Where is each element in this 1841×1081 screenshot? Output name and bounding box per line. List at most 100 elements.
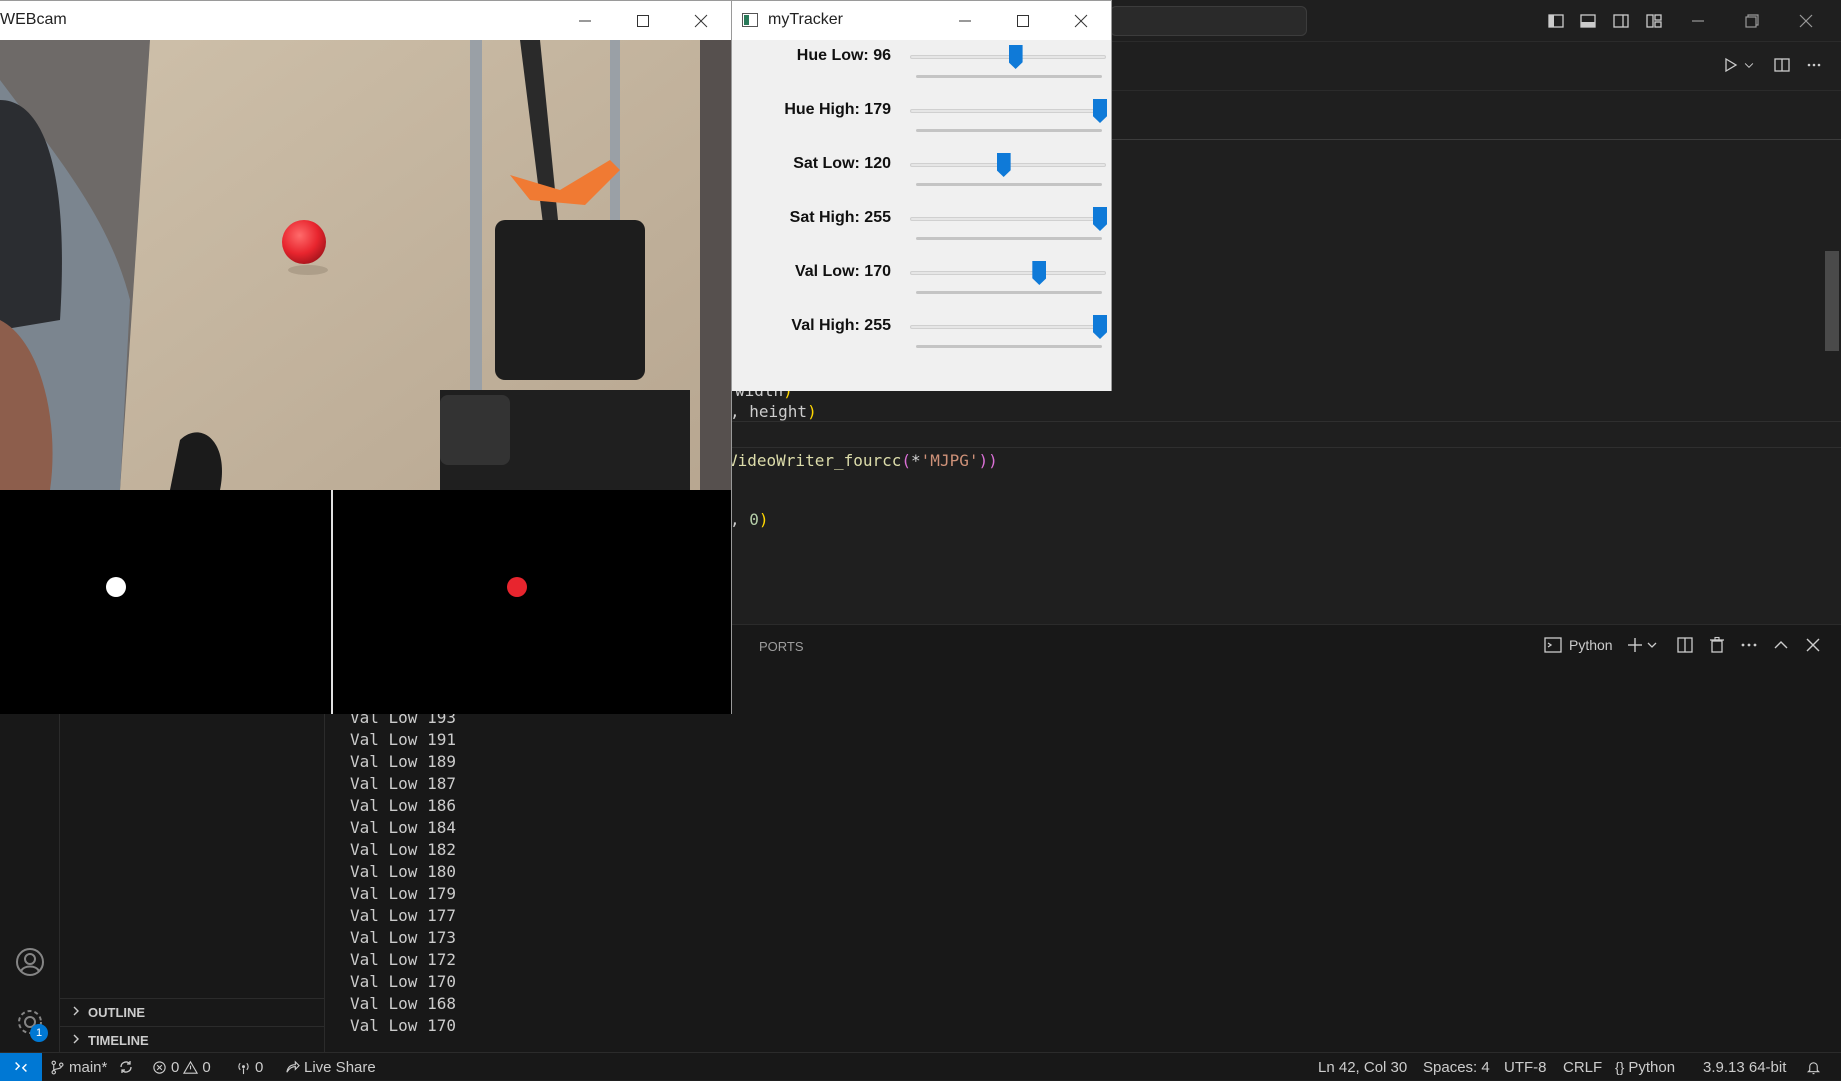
live-share-button[interactable]: Live Share — [285, 1057, 376, 1077]
terminal-output[interactable]: Val Low 193 Val Low 191 Val Low 189 Val Low… — [350, 707, 456, 1037]
terminal-dropdown-chevron-icon[interactable] — [1645, 637, 1659, 653]
trackbar-row: Sat Low: 120 — [732, 153, 1111, 207]
trackbar-underline — [916, 75, 1102, 78]
trackbar-thumb[interactable] — [1008, 45, 1023, 69]
trackbar-underline — [916, 129, 1102, 132]
terminal-line: Val Low 184 — [350, 818, 456, 837]
remote-indicator[interactable] — [0, 1053, 42, 1081]
problems-indicator[interactable]: 0 0 — [152, 1057, 211, 1077]
indentation[interactable]: Spaces: 4 — [1423, 1057, 1490, 1077]
tab-ports[interactable]: PORTS — [759, 639, 804, 654]
code-line: , height) — [730, 402, 817, 421]
close-panel-icon[interactable] — [1803, 635, 1823, 655]
trackbar-thumb[interactable] — [1032, 261, 1047, 285]
webcam-close-button[interactable] — [672, 1, 730, 40]
end-of-line[interactable]: CRLF — [1563, 1057, 1602, 1077]
remote-icon — [15, 1061, 27, 1073]
webcam-maximize-button[interactable] — [614, 1, 672, 40]
trackbar-track[interactable] — [910, 271, 1106, 275]
tracker-window[interactable]: myTracker Hue Low: 96 Hue High: 179 Sat Lo… — [731, 0, 1112, 391]
language-mode[interactable]: {} Python — [1615, 1057, 1675, 1077]
run-python-icon[interactable] — [1720, 56, 1740, 74]
new-terminal-plus-icon[interactable] — [1625, 635, 1645, 655]
timeline-section-header[interactable]: TIMELINE — [60, 1026, 325, 1054]
panel-more-actions-icon[interactable] — [1739, 635, 1759, 655]
command-center-search[interactable] — [1110, 6, 1307, 36]
maximize-icon — [637, 14, 649, 27]
encoding[interactable]: UTF-8 — [1504, 1057, 1547, 1077]
trackbar-thumb[interactable] — [996, 153, 1011, 177]
timeline-label: TIMELINE — [88, 1033, 149, 1048]
maximize-panel-chevron-up-icon[interactable] — [1771, 635, 1791, 655]
warning-icon — [183, 1060, 199, 1074]
trackbar-row: Hue High: 179 — [732, 99, 1111, 153]
trackbar-thumb[interactable] — [1093, 99, 1107, 123]
braces-icon: {} — [1615, 1059, 1625, 1075]
trackbar-underline — [916, 183, 1102, 186]
more-actions-icon[interactable] — [1804, 56, 1824, 74]
toggle-secondary-sidebar-icon[interactable] — [1611, 12, 1631, 30]
chevron-right-icon — [70, 1005, 82, 1020]
webcam-window[interactable]: WEBcam — [0, 0, 732, 714]
binary-mask-view — [0, 490, 331, 714]
cursor-position[interactable]: Ln 42, Col 30 — [1318, 1057, 1407, 1077]
terminal-line: Val Low 170 — [350, 1016, 456, 1035]
camera-scene-image — [0, 40, 731, 490]
toggle-panel-icon[interactable] — [1578, 12, 1598, 30]
terminal-shell-label[interactable]: Python — [1569, 637, 1613, 653]
maximize-icon — [1017, 14, 1029, 27]
outline-section-header[interactable]: OUTLINE — [60, 998, 325, 1026]
split-editor-icon[interactable] — [1772, 56, 1792, 74]
terminal-line: Val Low 189 — [350, 752, 456, 771]
terminal-line: Val Low 168 — [350, 994, 456, 1013]
live-share-icon — [286, 1060, 300, 1072]
restore-icon[interactable] — [1742, 12, 1762, 30]
sync-icon[interactable] — [118, 1057, 134, 1077]
settings-badge: 1 — [30, 1024, 48, 1042]
trackbar-underline — [916, 291, 1102, 294]
terminal-line: Val Low 180 — [350, 862, 456, 881]
trackbar-row: Val Low: 170 — [732, 261, 1111, 315]
trackbar-thumb[interactable] — [1093, 207, 1107, 231]
terminal-line: Val Low 191 — [350, 730, 456, 749]
terminal-line: Val Low 170 — [350, 972, 456, 991]
trackbar-row: Hue Low: 96 — [732, 45, 1111, 99]
webcam-minimize-button[interactable] — [556, 1, 614, 40]
tracker-maximize-button[interactable] — [994, 1, 1052, 40]
masked-ball — [507, 577, 527, 597]
webcam-window-title: WEBcam — [0, 11, 67, 28]
git-branch[interactable]: main* — [50, 1057, 107, 1077]
ports-indicator[interactable]: 0 — [236, 1057, 263, 1077]
trackbar-label: Val Low: 170 — [794, 263, 891, 280]
tracker-window-title: myTracker — [768, 11, 843, 28]
toggle-primary-sidebar-icon[interactable] — [1546, 12, 1566, 30]
code-line: , 0) — [730, 510, 769, 529]
mask-blob — [106, 577, 126, 597]
editor-scrollbar-thumb[interactable] — [1825, 251, 1839, 351]
run-dropdown-chevron-icon[interactable] — [1742, 56, 1756, 74]
trackbar-track[interactable] — [910, 55, 1106, 59]
python-interpreter[interactable]: 3.9.13 64-bit — [1703, 1057, 1786, 1077]
trackbar-track[interactable] — [910, 217, 1106, 221]
notifications-bell-icon[interactable] — [1806, 1057, 1821, 1077]
error-icon — [153, 1060, 166, 1074]
kill-terminal-trash-icon[interactable] — [1707, 635, 1727, 655]
tracker-close-button[interactable] — [1052, 1, 1110, 40]
close-icon[interactable] — [1796, 12, 1816, 30]
tracker-minimize-button[interactable] — [936, 1, 994, 40]
terminal-line: Val Low 182 — [350, 840, 456, 859]
trackbar-track[interactable] — [910, 109, 1106, 113]
broadcast-icon — [238, 1062, 249, 1074]
trackbar-row: Sat High: 255 — [732, 207, 1111, 261]
minimize-icon[interactable] — [1688, 12, 1708, 30]
accounts-icon[interactable] — [14, 946, 46, 978]
minimize-icon — [959, 20, 971, 21]
customize-layout-icon[interactable] — [1644, 12, 1664, 30]
terminal-line: Val Low 177 — [350, 906, 456, 925]
tracker-titlebar[interactable]: myTracker — [732, 1, 1111, 40]
trackbar-track[interactable] — [910, 325, 1106, 329]
webcam-titlebar[interactable]: WEBcam — [0, 1, 731, 40]
split-terminal-icon[interactable] — [1675, 635, 1695, 655]
terminal-icon — [1543, 635, 1563, 655]
trackbar-thumb[interactable] — [1093, 315, 1107, 339]
